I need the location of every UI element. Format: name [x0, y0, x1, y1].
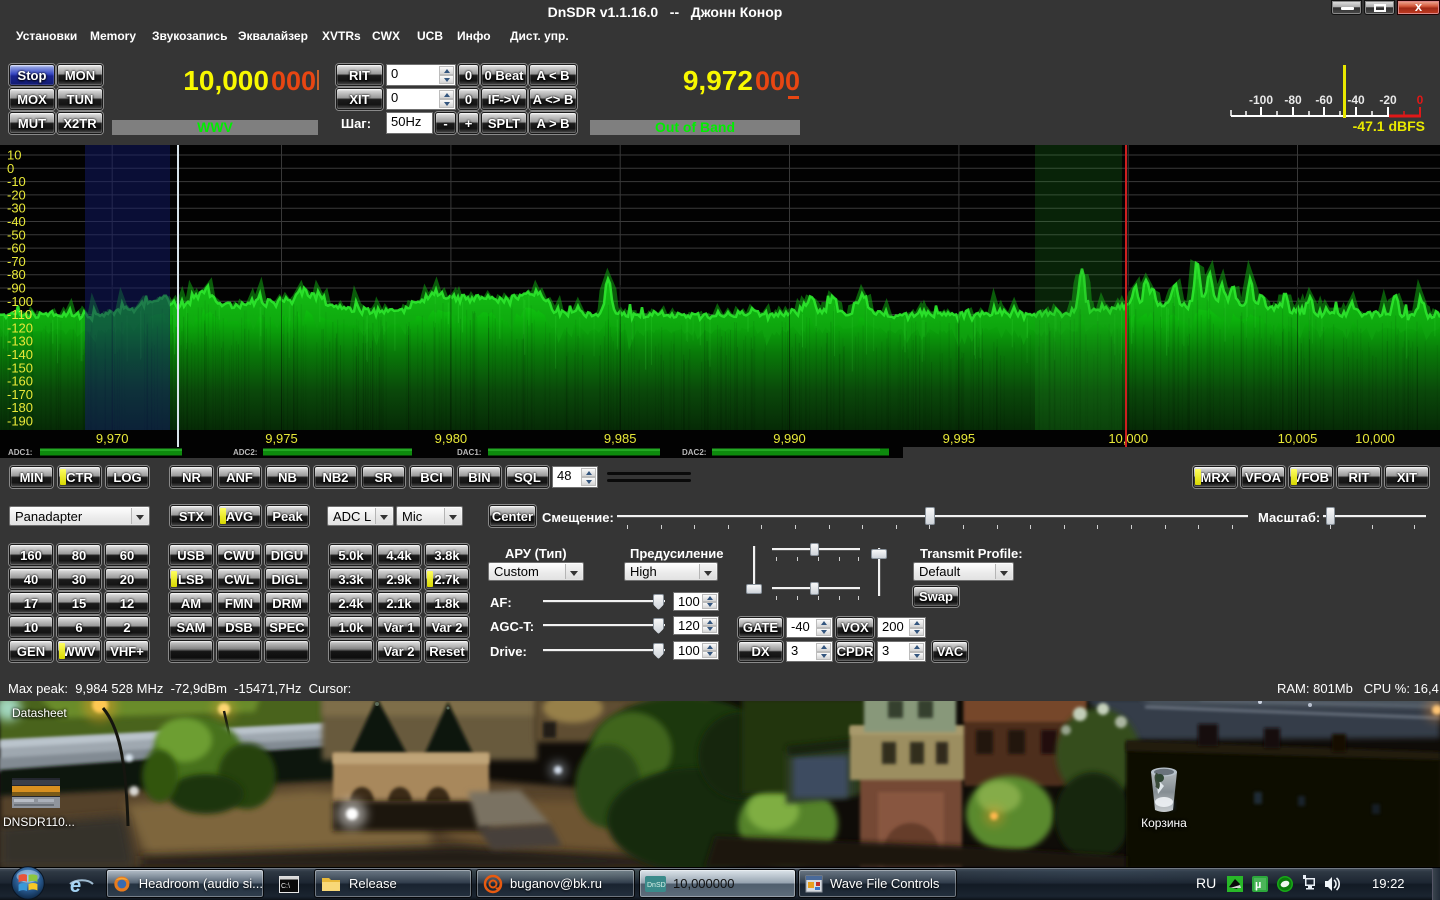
- svg-text:10,000: 10,000: [1355, 431, 1395, 446]
- svg-text:9,990: 9,990: [773, 431, 806, 446]
- svg-text:DAC2:: DAC2:: [682, 448, 706, 457]
- svg-text:µ: µ: [1255, 879, 1261, 891]
- svg-text:9,980: 9,980: [435, 431, 468, 446]
- svg-text:9,985: 9,985: [604, 431, 637, 446]
- svg-text:10,000: 10,000: [1108, 431, 1148, 446]
- svg-text:ADC1:: ADC1:: [8, 448, 32, 457]
- svg-text:10,005: 10,005: [1278, 431, 1318, 446]
- svg-text:DAC1:: DAC1:: [457, 448, 481, 457]
- svg-text:0: 0: [1417, 93, 1424, 107]
- svg-text:-190: -190: [7, 414, 33, 429]
- svg-text:-40: -40: [1347, 93, 1365, 107]
- svg-text:C:\: C:\: [281, 883, 290, 890]
- svg-text:-47.1 dBFS: -47.1 dBFS: [1353, 118, 1425, 134]
- svg-text:ADC2:: ADC2:: [233, 448, 257, 457]
- svg-text:9,995: 9,995: [943, 431, 976, 446]
- svg-text:-100: -100: [1249, 93, 1273, 107]
- svg-text:e: e: [70, 875, 81, 896]
- svg-text:-20: -20: [1379, 93, 1397, 107]
- svg-text:-60: -60: [1315, 93, 1333, 107]
- svg-text:9,975: 9,975: [265, 431, 298, 446]
- svg-text:9,970: 9,970: [96, 431, 129, 446]
- svg-text:DnSDR: DnSDR: [647, 882, 666, 889]
- svg-text:-80: -80: [1284, 93, 1302, 107]
